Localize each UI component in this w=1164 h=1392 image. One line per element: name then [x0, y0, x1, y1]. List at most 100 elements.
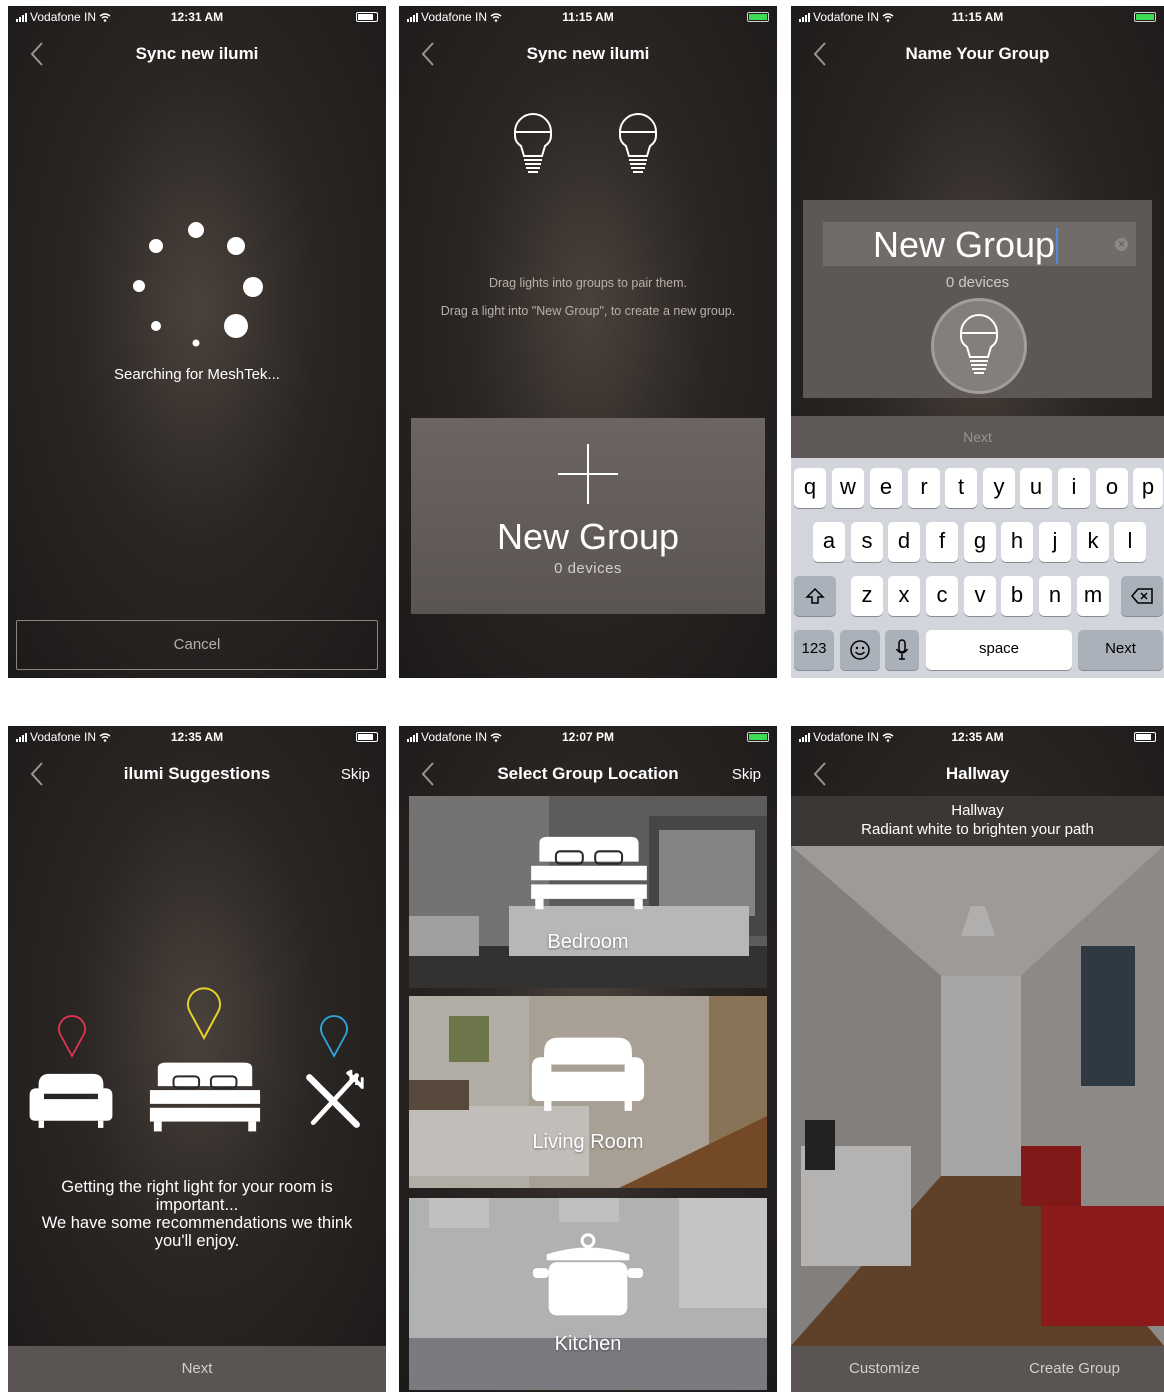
sofa-icon [527, 1030, 649, 1116]
status-bar: Vodafone IN 12:35 AM [8, 726, 386, 748]
key-q[interactable]: q [794, 468, 826, 508]
key-i[interactable]: i [1058, 468, 1090, 508]
bed-icon [527, 830, 651, 914]
dictation-key[interactable] [885, 630, 919, 670]
back-chevron-icon[interactable] [26, 760, 50, 788]
back-chevron-icon[interactable] [417, 760, 441, 788]
bottom-bar: Customize Create Group [791, 1346, 1164, 1392]
battery-icon [747, 12, 769, 22]
text-caret [1056, 228, 1058, 264]
suggestion-line: Getting the right light for your room is… [61, 1178, 333, 1214]
new-group-title: New Group [496, 516, 680, 557]
key-a[interactable]: a [813, 522, 845, 562]
status-time: 11:15 AM [951, 10, 1004, 24]
page-title: Select Group Location [497, 764, 679, 783]
screen-sync-groups: Vodafone IN 11:15 AM Sync new ilumi Drag… [399, 6, 777, 678]
status-time: 12:35 AM [951, 730, 1004, 744]
device-count: 0 devices [945, 274, 1010, 291]
key-w[interactable]: w [832, 468, 864, 508]
clear-text-icon[interactable]: ✕ [1115, 238, 1128, 251]
key-l[interactable]: l [1114, 522, 1146, 562]
key-j[interactable]: j [1039, 522, 1071, 562]
skip-button[interactable]: Skip [341, 766, 370, 783]
skip-button[interactable]: Skip [732, 766, 761, 783]
key-b[interactable]: b [1001, 576, 1033, 616]
key-u[interactable]: u [1020, 468, 1052, 508]
group-name-input[interactable]: New Group ✕ [823, 222, 1136, 266]
status-bar: Vodafone IN 11:15 AM [399, 6, 777, 28]
key-g[interactable]: g [964, 522, 996, 562]
cancel-button[interactable]: Cancel [16, 620, 378, 670]
key-v[interactable]: v [964, 576, 996, 616]
backspace-key[interactable] [1121, 576, 1163, 616]
page-title: Sync new ilumi [526, 44, 650, 63]
sofa-icon [26, 1068, 116, 1132]
light-bulb-icon [953, 307, 1005, 383]
key-z[interactable]: z [851, 576, 883, 616]
group-name-card: New Group ✕ 0 devices [803, 200, 1152, 398]
key-x[interactable]: x [888, 576, 920, 616]
location-label: Living Room [532, 1131, 644, 1153]
location-pin-icon [58, 1015, 86, 1058]
key-y[interactable]: y [983, 468, 1015, 508]
emoji-key[interactable] [840, 630, 880, 670]
back-chevron-icon[interactable] [809, 40, 833, 68]
key-t[interactable]: t [945, 468, 977, 508]
keyboard: q w e r t y u i o p a s d f g h j k l z … [791, 458, 1164, 678]
key-f[interactable]: f [926, 522, 958, 562]
key-o[interactable]: o [1096, 468, 1128, 508]
return-next-key[interactable]: Next [1078, 630, 1163, 670]
key-h[interactable]: h [1001, 522, 1033, 562]
space-key[interactable]: space [926, 630, 1072, 670]
bottom-bar: Next [8, 1346, 386, 1392]
customize-button[interactable]: Customize [849, 1360, 920, 1377]
location-card-living-room[interactable]: Living Room [409, 996, 767, 1188]
key-c[interactable]: c [926, 576, 958, 616]
numbers-key[interactable]: 123 [794, 630, 834, 670]
light-bulb-icon[interactable] [612, 106, 664, 182]
key-p[interactable]: p [1133, 468, 1163, 508]
back-chevron-icon[interactable] [417, 40, 441, 68]
nav-bar: Hallway [791, 752, 1164, 796]
battery-icon [1134, 732, 1156, 742]
shift-icon [805, 587, 825, 604]
nav-bar: Sync new ilumi [399, 32, 777, 76]
screen-name-group: Vodafone IN 11:15 AM Name Your Group New… [791, 6, 1164, 678]
status-time: 12:07 PM [561, 730, 615, 744]
screen-select-location: Vodafone IN 12:07 PM Select Group Locati… [399, 726, 777, 1392]
plus-icon [558, 444, 618, 504]
back-chevron-icon[interactable] [809, 760, 833, 788]
bed-icon [146, 1056, 264, 1136]
next-button[interactable]: Next [8, 1360, 386, 1377]
location-card-kitchen[interactable]: Kitchen [409, 1198, 767, 1390]
location-label: Bedroom [547, 931, 629, 953]
location-pin-icon [187, 987, 221, 1040]
key-n[interactable]: n [1039, 576, 1071, 616]
next-button[interactable]: Next [791, 416, 1164, 458]
status-bar: Vodafone IN 12:35 AM [791, 726, 1164, 748]
backspace-icon [1131, 588, 1153, 604]
key-e[interactable]: e [870, 468, 902, 508]
suggestion-text: Getting the right light for your room is… [32, 1178, 362, 1250]
key-m[interactable]: m [1077, 576, 1109, 616]
create-group-button[interactable]: Create Group [1029, 1360, 1120, 1377]
key-k[interactable]: k [1077, 522, 1109, 562]
cutlery-icon [300, 1068, 366, 1134]
battery-icon [1134, 12, 1156, 22]
light-bulb-icon[interactable] [507, 106, 559, 182]
status-bar: Vodafone IN 11:15 AM [791, 6, 1164, 28]
shift-key[interactable] [794, 576, 836, 616]
battery-icon [356, 732, 378, 742]
suggestion-line: We have some recommendations we think yo… [41, 1214, 353, 1250]
key-r[interactable]: r [908, 468, 940, 508]
device-count: 0 devices [554, 560, 622, 577]
new-group-card[interactable]: New Group 0 devices [411, 418, 765, 614]
screen-hallway: Vodafone IN 12:35 AM Hallway Hallway Rad… [791, 726, 1164, 1392]
key-d[interactable]: d [888, 522, 920, 562]
location-card-bedroom[interactable]: Bedroom [409, 796, 767, 988]
cooking-pot-icon [529, 1232, 647, 1322]
nav-bar: Select Group Location Skip [399, 752, 777, 796]
emoji-icon [850, 640, 870, 660]
screen-sync-searching: Vodafone IN 12:31 AM Sync new ilumi Sear… [8, 6, 386, 678]
key-s[interactable]: s [851, 522, 883, 562]
